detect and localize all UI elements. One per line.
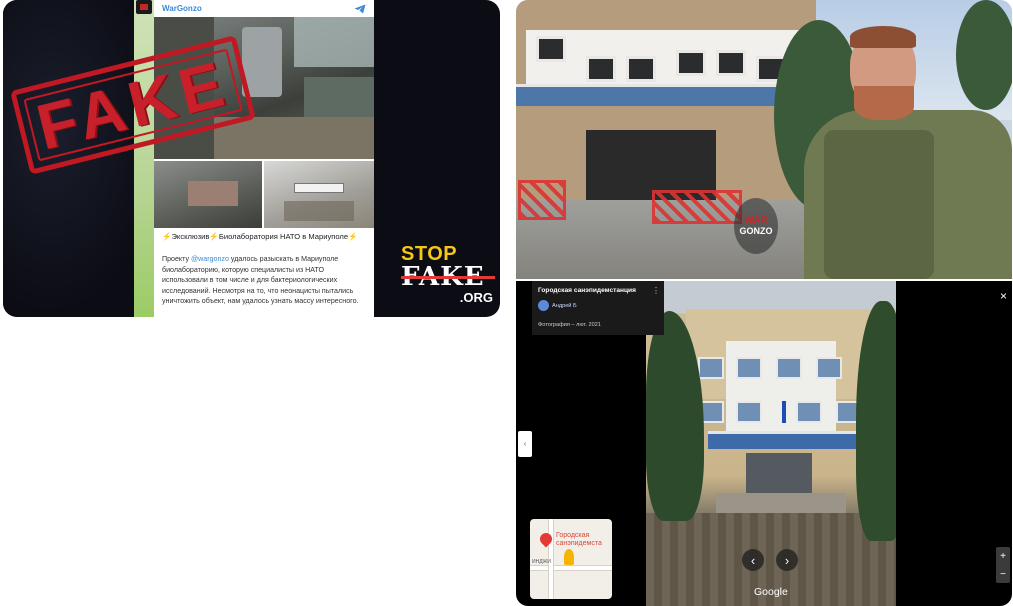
watermark-line2: GONZO — [739, 226, 773, 236]
street-view-panel: Городская санэпидемстанция ⋮ Андрей Б Фо… — [516, 281, 1012, 606]
more-options-icon[interactable]: ⋮ — [652, 286, 660, 295]
lab-photo-right[interactable] — [264, 161, 374, 228]
pegman-icon[interactable] — [564, 549, 574, 565]
google-logo: Google — [754, 586, 788, 598]
telegram-sidebar-strip — [134, 0, 154, 317]
nav-left-arrow-icon[interactable]: ‹ — [742, 549, 764, 571]
telegram-post: WarGonzo ⚡Эксклюзив⚡Биолаборатория НАТО … — [134, 0, 374, 317]
post-headline: ⚡Эксклюзив⚡Биолаборатория НАТО в Мариупо… — [162, 232, 358, 241]
telegram-icon[interactable] — [354, 4, 366, 14]
zoom-controls: + − — [996, 547, 1010, 583]
channel-name[interactable]: WarGonzo — [162, 4, 202, 13]
nav-right-arrow-icon[interactable]: › — [776, 549, 798, 571]
street-view-photo[interactable] — [646, 281, 896, 606]
barrier — [518, 180, 566, 220]
contributor[interactable]: Андрей Б — [538, 300, 577, 311]
post-text: Проекту @wargonzo удалось разыскать в Ма… — [162, 254, 368, 307]
close-icon[interactable]: × — [1000, 289, 1007, 303]
barrier — [652, 190, 742, 224]
stopfake-image-card: WarGonzo ⚡Эксклюзив⚡Биолаборатория НАТО … — [3, 0, 500, 317]
zoom-in-button[interactable]: + — [1000, 551, 1006, 562]
user-avatar[interactable] — [538, 300, 549, 311]
collapse-panel-button[interactable]: ‹ — [518, 431, 532, 457]
place-title[interactable]: Городская санэпидемстанция — [538, 287, 636, 294]
watermark-line1: WAR — [744, 215, 768, 226]
stopfake-logo: STOP FAKE .ORG — [401, 244, 497, 310]
channel-avatar — [136, 0, 152, 14]
minimap[interactable]: Городская санэпидемста ИНДЖИ — [530, 519, 612, 599]
user-name[interactable]: Андрей Б — [552, 303, 577, 309]
minimap-label: Городская санэпидемста — [556, 532, 602, 547]
wargonzo-link[interactable]: @wargonzo — [191, 255, 229, 263]
reporter — [804, 20, 1012, 279]
logo-stop: STOP — [401, 243, 458, 265]
damaged-building — [516, 0, 816, 200]
telegram-post-header: WarGonzo — [154, 0, 374, 17]
place-info-card[interactable]: Городская санэпидемстанция ⋮ Андрей Б Фо… — [532, 281, 664, 335]
photo-date: Фотография – лют. 2021 — [538, 322, 601, 328]
zoom-out-button[interactable]: − — [1000, 569, 1006, 580]
lab-photo-left[interactable] — [154, 161, 262, 228]
logo-org: .ORG — [459, 290, 493, 305]
post-text-prefix: Проекту — [162, 255, 191, 263]
wargonzo-watermark: WAR GONZO — [734, 198, 778, 254]
tree — [856, 301, 896, 541]
video-frame: WAR GONZO — [516, 0, 1012, 279]
logo-fake: FAKE — [401, 264, 497, 290]
minimap-street: ИНДЖИ — [532, 559, 551, 565]
flag — [782, 401, 786, 423]
